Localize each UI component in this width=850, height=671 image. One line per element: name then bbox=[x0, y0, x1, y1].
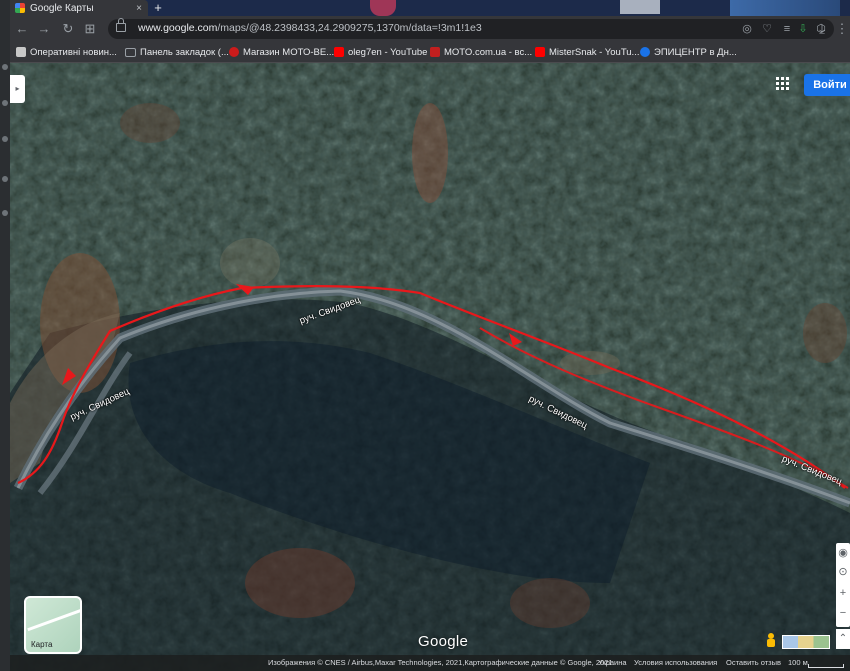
tab-close-icon[interactable]: × bbox=[136, 3, 142, 14]
epicentr-favicon-icon bbox=[640, 47, 650, 57]
bookmarks-bar: Оперативні новин... Панель закладок (...… bbox=[10, 42, 850, 63]
street-view-pegman-icon[interactable] bbox=[766, 633, 776, 647]
os-dot-icon bbox=[2, 64, 8, 70]
bookmark-item[interactable]: MOTO.com.ua - вс... bbox=[430, 45, 532, 59]
background-window-decoration bbox=[370, 0, 396, 16]
tab-title: Google Карты bbox=[30, 2, 94, 14]
terms-link[interactable]: Условия использования bbox=[634, 658, 717, 667]
browser-download-icon[interactable]: ⤓ bbox=[814, 21, 830, 37]
tilt-icon[interactable]: ⊙ bbox=[836, 565, 850, 578]
bookmark-label: MOTO.com.ua - вс... bbox=[444, 46, 533, 58]
bookmark-item[interactable]: MisterSnak - YouTu... bbox=[535, 45, 639, 59]
imagery-attribution: Изображения © CNES / Airbus,Maxar Techno… bbox=[268, 658, 613, 667]
youtube-favicon-icon bbox=[334, 47, 344, 57]
camera-icon[interactable]: ◎ bbox=[740, 22, 754, 36]
layer-label: Карта bbox=[31, 640, 53, 649]
download-icon[interactable]: ⇩ bbox=[796, 22, 810, 36]
bookmark-label: oleg7en - YouTube bbox=[348, 46, 428, 58]
bookmark-item[interactable]: ЭПИЦЕНТР в Дн... bbox=[640, 45, 737, 59]
feedback-link[interactable]: Оставить отзыв bbox=[726, 658, 781, 667]
bookmark-label: Панель закладок (... bbox=[140, 46, 229, 58]
bookmark-item[interactable]: Магазин МОТО-ВЕ... bbox=[229, 45, 334, 59]
satellite-map[interactable]: ▸ Войти руч. Свидовец руч. Свидовец руч.… bbox=[10, 63, 850, 671]
bookmark-label: Оперативні новин... bbox=[30, 46, 117, 58]
os-side-strip bbox=[0, 0, 10, 671]
bookmark-label: Магазин МОТО-ВЕ... bbox=[243, 46, 335, 58]
reload-icon[interactable]: ↻ bbox=[60, 21, 76, 37]
moto-favicon-icon bbox=[430, 47, 440, 57]
map-attribution-bar: Изображения © CNES / Airbus,Maxar Techno… bbox=[10, 655, 850, 671]
url-host: www.google.com bbox=[138, 22, 218, 34]
compass-icon[interactable]: ◉ bbox=[836, 546, 850, 559]
folder-icon bbox=[125, 47, 136, 57]
bookmark-item[interactable]: Оперативні новин... bbox=[16, 45, 117, 59]
zoom-in-button[interactable]: + bbox=[836, 587, 850, 599]
more-menu-icon[interactable]: ⋮ bbox=[834, 21, 850, 37]
zoom-out-button[interactable]: − bbox=[836, 607, 850, 619]
browser-toolbar: ← → ↻ ⊞ www.google.com/maps/@48.2398433,… bbox=[10, 16, 850, 42]
expand-icon[interactable]: ⌃ bbox=[836, 629, 850, 649]
bookmark-item[interactable]: oleg7en - YouTube bbox=[334, 45, 427, 59]
background-window-decoration bbox=[620, 0, 660, 14]
bookmark-label: ЭПИЦЕНТР в Дн... bbox=[654, 46, 737, 58]
menu-icon[interactable]: ≡ bbox=[780, 22, 794, 36]
url-path: /maps/@48.2398433,24.2909275,1370m/data=… bbox=[217, 22, 482, 34]
os-dot-icon bbox=[2, 210, 8, 216]
lock-icon bbox=[116, 18, 126, 32]
moto-shop-favicon-icon bbox=[229, 47, 239, 57]
scale-label: 100 м bbox=[788, 658, 808, 667]
google-maps-favicon-icon bbox=[15, 3, 25, 13]
layer-road-icon bbox=[27, 607, 80, 632]
country-link[interactable]: Украина bbox=[598, 658, 627, 667]
sign-in-button[interactable]: Войти bbox=[804, 74, 850, 96]
os-dot-icon bbox=[2, 100, 8, 106]
new-tab-button[interactable]: + bbox=[151, 1, 165, 15]
bookmark-label: MisterSnak - YouTu... bbox=[549, 46, 640, 58]
scale-bar bbox=[808, 664, 844, 668]
news-favicon-icon bbox=[16, 47, 26, 57]
tab-bar: Google Карты × + bbox=[10, 0, 850, 16]
background-window-decoration bbox=[730, 0, 840, 16]
os-dot-icon bbox=[2, 136, 8, 142]
back-arrow-icon[interactable]: ← bbox=[14, 21, 30, 37]
tab-grid-icon[interactable]: ⊞ bbox=[82, 21, 98, 37]
google-apps-icon[interactable] bbox=[776, 77, 790, 91]
google-logo: Google bbox=[418, 633, 469, 650]
bookmark-folder[interactable]: Панель закладок (... bbox=[125, 45, 229, 59]
map-layer-toggle-button[interactable]: Карта bbox=[24, 596, 82, 654]
forward-arrow-icon[interactable]: → bbox=[36, 21, 52, 37]
tab-google-maps[interactable]: Google Карты × bbox=[10, 0, 148, 16]
imagery-thumbnails[interactable] bbox=[782, 635, 830, 649]
address-bar[interactable]: www.google.com/maps/@48.2398433,24.29092… bbox=[108, 18, 834, 39]
satellite-imagery bbox=[10, 63, 850, 671]
heart-icon[interactable]: ♡ bbox=[760, 22, 774, 36]
os-dot-icon bbox=[2, 176, 8, 182]
side-panel-toggle-button[interactable]: ▸ bbox=[10, 75, 25, 103]
map-controls: ◉ ⊙ + − bbox=[836, 543, 850, 627]
url-text[interactable]: www.google.com/maps/@48.2398433,24.29092… bbox=[138, 22, 482, 34]
youtube-favicon-icon bbox=[535, 47, 545, 57]
